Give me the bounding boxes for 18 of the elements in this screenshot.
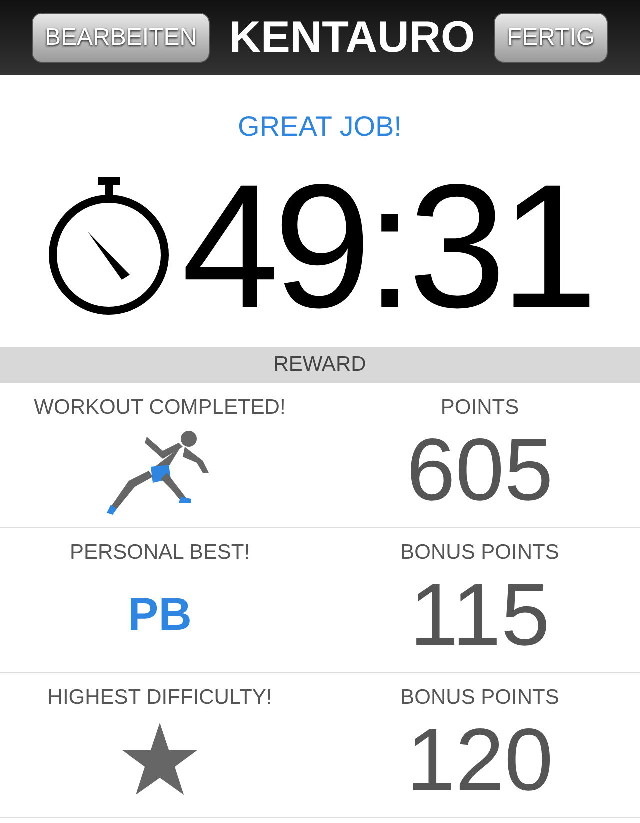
points-label: BONUS POINTS: [400, 542, 560, 563]
time-text: 49:31: [182, 159, 592, 335]
app-title: KENTAURO: [229, 16, 476, 60]
points-value: 115: [410, 571, 550, 659]
star-icon: [122, 722, 198, 794]
header-button[interactable]: FERTIG: [494, 12, 608, 62]
badge-text: PB: [128, 590, 192, 636]
reward-label: HIGHEST DIFFICULTY!: [48, 687, 272, 708]
section-header: REWARD: [0, 347, 640, 383]
message-text: GREAT JOB!: [238, 113, 402, 141]
points-value: 120: [406, 716, 554, 804]
reward-label: PERSONAL BEST!: [70, 542, 250, 563]
header-button[interactable]: BEARBEITEN: [32, 12, 210, 62]
points-label: BONUS POINTS: [400, 687, 560, 708]
points-value: 605: [406, 426, 554, 514]
points-label: POINTS: [440, 397, 520, 418]
stopwatch-icon: [48, 177, 170, 317]
reward-label: WORKOUT COMPLETED!: [34, 397, 286, 418]
